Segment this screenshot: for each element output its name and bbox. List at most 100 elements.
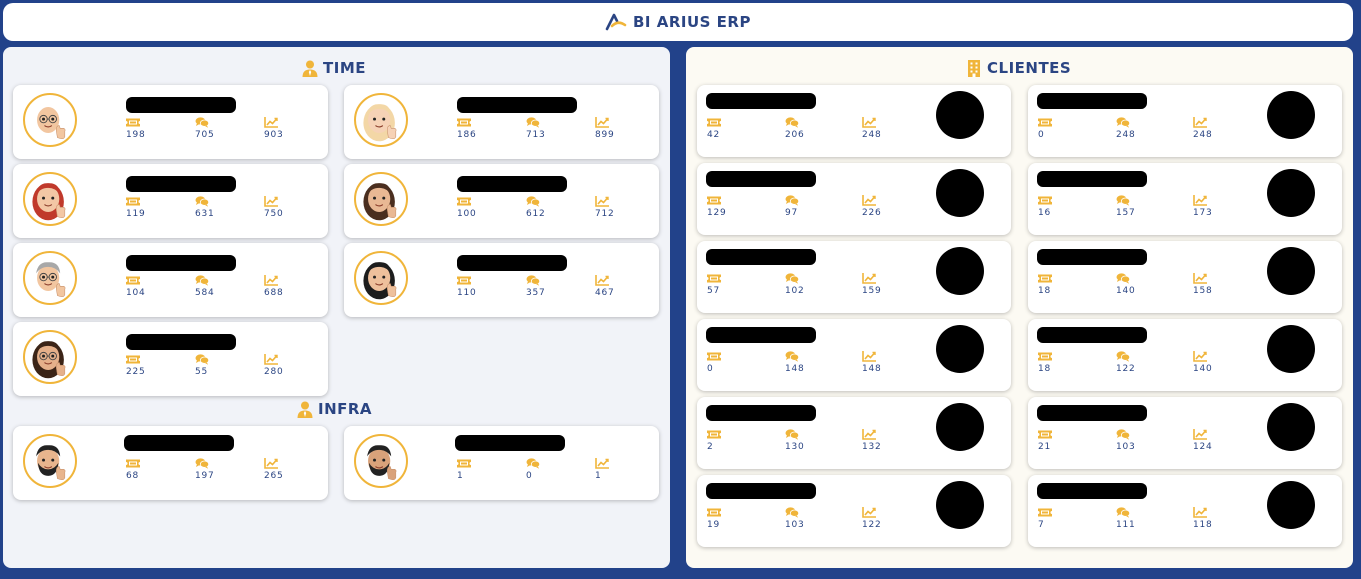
stat-3: 248	[1193, 117, 1213, 140]
redacted-name	[126, 255, 236, 271]
client-card[interactable]: 0 148 148	[697, 319, 1011, 391]
redacted-client-logo	[936, 481, 984, 529]
chart-line-icon	[264, 117, 284, 128]
comments-icon	[526, 458, 540, 469]
team-panel: TIME 198 705 903 186 713 899 119 631 750…	[3, 47, 670, 568]
stat-2: 713	[526, 117, 546, 140]
client-card[interactable]: 2 130 132	[697, 397, 1011, 469]
stat-value: 21	[1038, 442, 1052, 452]
stat-value: 148	[862, 364, 882, 374]
stat-1: 110	[457, 275, 477, 298]
redacted-name	[124, 435, 234, 451]
infra-member-card[interactable]: 1 0 1	[344, 426, 659, 500]
team-member-card[interactable]: 186 713 899	[344, 85, 659, 159]
section-clientes-label: CLIENTES	[987, 59, 1072, 77]
ticket-icon	[126, 458, 140, 469]
team-member-card[interactable]: 110 357 467	[344, 243, 659, 317]
stat-3: 226	[862, 195, 882, 218]
client-card[interactable]: 16 157 173	[1028, 163, 1342, 235]
stat-value: 19	[707, 520, 721, 530]
ticket-icon	[1038, 507, 1052, 518]
stat-value: 132	[862, 442, 882, 452]
client-card[interactable]: 19 103 122	[697, 475, 1011, 547]
stat-value: 248	[1116, 130, 1136, 140]
chart-line-icon	[264, 458, 284, 469]
stat-value: 140	[1193, 364, 1213, 374]
stat-value: 1	[595, 471, 602, 481]
client-card[interactable]: 42 206 248	[697, 85, 1011, 157]
team-member-card[interactable]: 119 631 750	[13, 164, 328, 238]
client-card[interactable]: 18 140 158	[1028, 241, 1342, 313]
stat-1: 186	[457, 117, 477, 140]
stat-value: 111	[1116, 520, 1136, 530]
comments-icon	[1116, 117, 1136, 128]
ticket-icon	[1038, 351, 1052, 362]
redacted-client-name	[706, 327, 816, 343]
chart-line-icon	[264, 275, 284, 286]
avatar	[354, 93, 408, 147]
client-card[interactable]: 57 102 159	[697, 241, 1011, 313]
chart-line-icon	[862, 117, 882, 128]
stat-1: 119	[126, 196, 146, 219]
team-member-card[interactable]: 225 55 280	[13, 322, 328, 396]
team-member-card[interactable]: 198 705 903	[13, 85, 328, 159]
stat-2: 206	[785, 117, 805, 140]
redacted-client-logo	[936, 247, 984, 295]
stat-value: 97	[785, 208, 799, 218]
stat-value: 7	[1038, 520, 1045, 530]
stat-3: 750	[264, 196, 284, 219]
stat-2: 55	[195, 354, 209, 377]
ticket-icon	[707, 195, 727, 206]
stat-1: 7	[1038, 507, 1052, 530]
redacted-client-name	[706, 171, 816, 187]
redacted-client-logo	[1267, 481, 1315, 529]
comments-icon	[785, 195, 799, 206]
stat-3: 248	[862, 117, 882, 140]
stat-3: 1	[595, 458, 609, 481]
infra-member-card[interactable]: 68 197 265	[13, 426, 328, 500]
team-member-card[interactable]: 100 612 712	[344, 164, 659, 238]
comments-icon	[1116, 351, 1136, 362]
redacted-name	[457, 97, 577, 113]
comments-icon	[1116, 273, 1136, 284]
stat-value: 2	[707, 442, 714, 452]
stat-value: 100	[457, 209, 477, 219]
client-card[interactable]: 18 122 140	[1028, 319, 1342, 391]
team-member-card[interactable]: 104 584 688	[13, 243, 328, 317]
client-card[interactable]: 21 103 124	[1028, 397, 1342, 469]
chart-line-icon	[1193, 507, 1213, 518]
chart-line-icon	[264, 354, 284, 365]
chart-line-icon	[862, 273, 882, 284]
stat-1: 42	[707, 117, 721, 140]
stat-value: 0	[1038, 130, 1045, 140]
redacted-client-name	[1037, 483, 1147, 499]
chart-line-icon	[1193, 351, 1213, 362]
stat-2: 584	[195, 275, 215, 298]
comments-icon	[785, 429, 805, 440]
building-icon	[968, 59, 980, 77]
stat-value: 248	[1193, 130, 1213, 140]
ticket-icon	[1038, 429, 1052, 440]
ticket-icon	[126, 275, 146, 286]
stat-value: 903	[264, 130, 284, 140]
chart-line-icon	[595, 275, 615, 286]
stat-1: 18	[1038, 273, 1052, 296]
comments-icon	[195, 275, 215, 286]
client-card[interactable]: 0 248 248	[1028, 85, 1342, 157]
clients-panel: CLIENTES 42 206 248 0 248 248 129 97 226…	[686, 47, 1353, 568]
stat-value: 159	[862, 286, 882, 296]
comments-icon	[526, 117, 546, 128]
stat-value: 103	[1116, 442, 1136, 452]
redacted-client-logo	[936, 91, 984, 139]
redacted-client-name	[706, 93, 816, 109]
stat-1: 198	[126, 117, 146, 140]
stat-value: 57	[707, 286, 721, 296]
client-card[interactable]: 129 97 226	[697, 163, 1011, 235]
avatar	[354, 434, 408, 488]
redacted-client-logo	[936, 325, 984, 373]
client-card[interactable]: 7 111 118	[1028, 475, 1342, 547]
stat-value: 713	[526, 130, 546, 140]
chart-line-icon	[1193, 429, 1213, 440]
ticket-icon	[707, 507, 721, 518]
stat-value: 173	[1193, 208, 1213, 218]
